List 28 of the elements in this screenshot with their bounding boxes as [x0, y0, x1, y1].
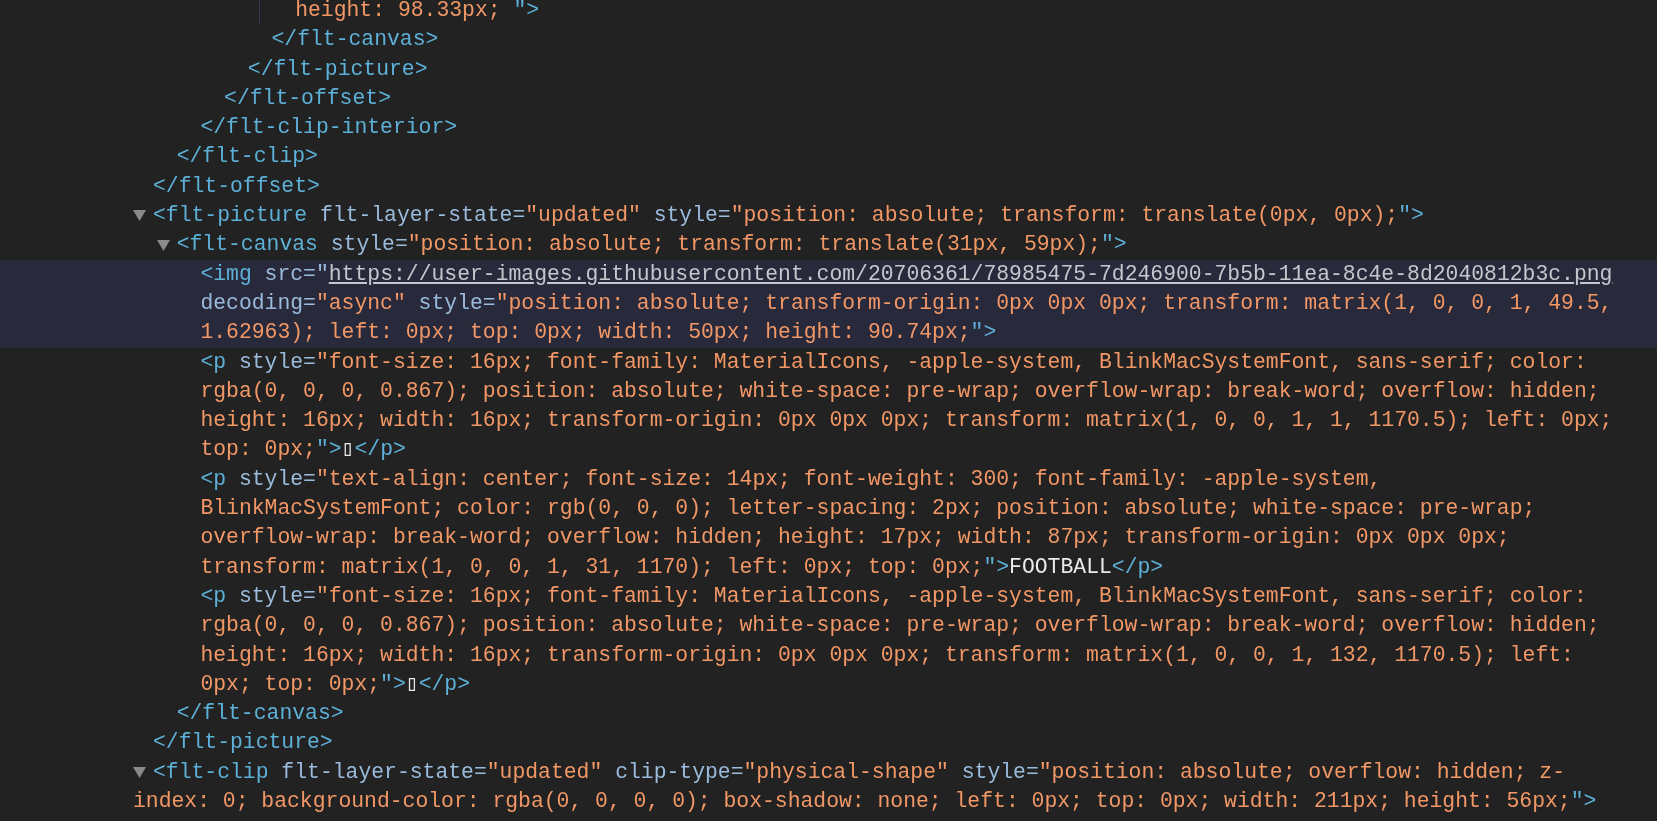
code-line[interactable]: height: 98.33px; "> [260, 0, 1657, 26]
closing-tag-line[interactable]: </flt-picture> [0, 728, 1657, 758]
closing-tag-line[interactable]: </flt-offset> [0, 171, 1657, 202]
expand-triangle-icon[interactable] [156, 239, 170, 251]
closing-tag-line[interactable]: </flt-canvas> [0, 699, 1657, 729]
code-line[interactable]: rgba(0, 0, 0, 0.867); position: absolute; white-space: pre-wrap; overflow-wrap: break-word; overflow: hidden; [0, 376, 1657, 407]
code-line[interactable]: <flt-clip flt-layer-state="updated" clip-type="physical-shape" style="position: absolute; overflow: hidden; z- [153, 757, 1566, 787]
code-line[interactable]: rgba(0, 0, 0, 0.867); position: absolute; white-space: pre-wrap; overflow-wrap: break-word; overflow: hidden; [0, 611, 1657, 641]
expand-triangle-icon[interactable] [133, 210, 146, 222]
code-line[interactable]: <flt-canvas style="position: absolute; transform: translate(31px, 59px);"> [176, 230, 1127, 260]
closing-tag-line[interactable]: </flt-offset> [0, 83, 1657, 114]
code-line[interactable]: BlinkMacSystemFont; color: rgb(0, 0, 0); letter-spacing: 2px; position: absolute; white-space: pre-wrap; [0, 494, 1657, 524]
code-line[interactable]: <p style="font-size: 16px; font-family: MaterialIcons, -apple-system, BlinkMacSystemFont, sans-serif; color: [0, 581, 1657, 612]
code-line[interactable]: top: 0px;">▯</p> [0, 435, 1657, 465]
code-line[interactable]: transform: matrix(1, 0, 0, 1, 31, 1170); left: 0px; top: 0px;">FOOTBALL</p> [0, 552, 1657, 582]
code-line[interactable]: <flt-picture flt-layer-state="updated" style="position: absolute; transform: translate(0px, 0px);"> [153, 201, 1424, 231]
code-line[interactable]: overflow-wrap: break-word; overflow: hidden; height: 17px; width: 87px; transform-origin: 0px 0px 0px; [0, 523, 1657, 553]
code-line[interactable]: height: 16px; width: 16px; transform-origin: 0px 0px 0px; transform: matrix(1, 0, 0, 1, 132, 1170.5); left: [0, 640, 1657, 670]
code-line[interactable]: 0px; top: 0px;">▯</p> [0, 669, 1657, 700]
closing-tag-line[interactable]: </flt-clip> [0, 142, 1657, 172]
code-line[interactable]: <p style="font-size: 16px; font-family: MaterialIcons, -apple-system, BlinkMacSystemFont, sans-serif; color: [0, 347, 1657, 377]
code-line[interactable]: index: 0; background-color: rgba(0, 0, 0, 0); box-shadow: none; left: 0px; top: 0px; width: 211px; height: 56px;"> [0, 787, 1657, 817]
expand-triangle-icon[interactable] [133, 766, 146, 778]
code-line[interactable]: <p style="text-align: center; font-size: 14px; font-weight: 300; font-family: -apple-system, [0, 464, 1657, 495]
closing-tag-line[interactable]: </flt-clip-interior> [0, 113, 1657, 143]
closing-tag-line[interactable]: </flt-picture> [0, 54, 1657, 84]
closing-tag-line[interactable]: </flt-canvas> [0, 25, 1657, 55]
code-line[interactable]: height: 16px; width: 16px; transform-origin: 0px 0px 0px; transform: matrix(1, 0, 0, 1, 1, 1170.5); left: 0px; [0, 406, 1657, 436]
